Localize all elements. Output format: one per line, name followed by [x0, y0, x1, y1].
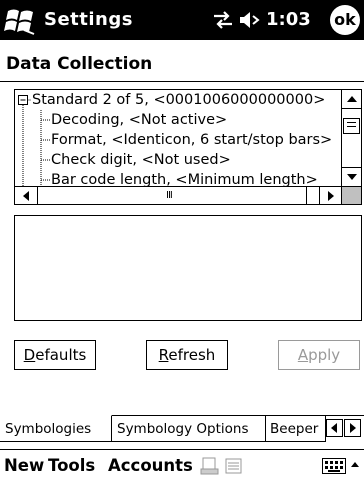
tab-symbologies[interactable]: Symbologies	[0, 415, 112, 442]
scroll-right-button[interactable]	[319, 187, 342, 204]
horizontal-scrollbar[interactable]	[15, 186, 342, 204]
volume-icon[interactable]	[238, 11, 262, 29]
tree-content: Standard 2 of 5, <0001006000000000> Deco…	[15, 90, 341, 186]
menu-tools[interactable]: Tools	[48, 456, 95, 475]
chevron-up-icon[interactable]	[350, 460, 360, 468]
scroll-down-button[interactable]	[342, 167, 361, 186]
tab-strip: Symbologies Symbology Options Beeper	[0, 415, 364, 443]
triangle-left-icon	[23, 191, 29, 201]
symbology-tree[interactable]: Standard 2 of 5, <0001006000000000> Deco…	[14, 89, 362, 205]
triangle-left-icon	[331, 423, 337, 433]
refresh-button[interactable]: Refresh	[146, 340, 228, 370]
keyboard-icon[interactable]	[322, 458, 346, 474]
connectivity-icon[interactable]	[212, 11, 234, 29]
vertical-scrollbar[interactable]	[341, 90, 361, 186]
tab-scroll-left-button[interactable]	[326, 419, 343, 437]
tree-item-check-digit[interactable]: Check digit, <Not used>	[51, 150, 231, 170]
windows-start-icon[interactable]	[4, 3, 36, 37]
menu-bar: New Tools Accounts	[0, 449, 364, 483]
defaults-label: efaults	[35, 346, 87, 364]
menu-accounts[interactable]: Accounts	[108, 456, 193, 475]
ok-button[interactable]: ok	[330, 5, 360, 35]
tree-item-standard-2-of-5[interactable]: Standard 2 of 5, <0001006000000000>	[32, 90, 325, 110]
triangle-right-icon	[328, 191, 334, 201]
apply-button[interactable]: Apply	[278, 340, 360, 370]
description-panel[interactable]	[14, 215, 362, 321]
title-bar: Settings 1:03 ok	[0, 0, 364, 40]
triangle-right-icon	[350, 423, 356, 433]
triangle-down-icon	[347, 174, 357, 180]
tree-item-format[interactable]: Format, <Identicon, 6 start/stop bars>	[51, 130, 332, 150]
refresh-label: efresh	[168, 346, 216, 364]
folder-list-icon[interactable]	[224, 457, 244, 475]
tab-scroll-right-button[interactable]	[344, 419, 361, 437]
refresh-accel-key: R	[158, 346, 169, 364]
menu-new[interactable]: New	[4, 456, 44, 475]
triangle-up-icon	[347, 96, 357, 102]
defaults-button[interactable]: Defaults	[14, 340, 96, 370]
horizontal-scroll-thumb[interactable]	[37, 187, 307, 204]
app-title: Settings	[44, 9, 133, 30]
scroll-up-button[interactable]	[342, 90, 361, 109]
header-divider	[0, 81, 364, 82]
clock[interactable]: 1:03	[266, 9, 311, 30]
tree-item-decoding[interactable]: Decoding, <Not active>	[51, 110, 227, 130]
apply-accel-key: A	[297, 346, 309, 364]
vertical-scroll-thumb[interactable]	[343, 118, 360, 134]
tab-beeper[interactable]: Beeper	[266, 415, 326, 442]
tab-symbology-options[interactable]: Symbology Options	[112, 415, 266, 442]
apply-label: pply	[308, 346, 341, 364]
scroll-left-button[interactable]	[15, 187, 38, 204]
send-receive-icon[interactable]	[200, 457, 220, 475]
scrollbar-corner	[341, 186, 361, 204]
tree-item-bar-code-length[interactable]: Bar code length, <Minimum length>	[51, 170, 318, 186]
defaults-accel-key: D	[23, 346, 36, 364]
page-title: Data Collection	[6, 54, 153, 74]
